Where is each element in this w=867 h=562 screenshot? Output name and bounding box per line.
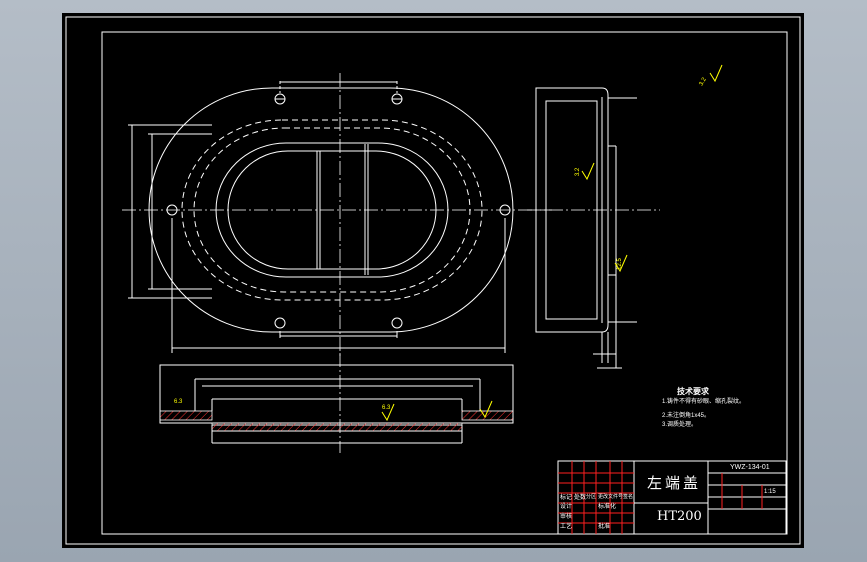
tech-req-item-3: 3.调质处理。 [662, 422, 698, 428]
row-label-b-2: 标准化 [598, 504, 617, 510]
section-hatching [159, 410, 514, 432]
tech-req-item-1: 1.铸件不得有砂眼、缩孔裂纹。 [662, 399, 746, 405]
front-view [128, 81, 514, 353]
tech-req-item-2: 2.未注倒角1x45。 [662, 413, 711, 419]
surface-finish-label-1: 3.2 [575, 167, 582, 177]
material: HT200 [657, 509, 702, 524]
cad-drawing [65, 16, 801, 545]
row-label-2: 设计 [560, 504, 573, 510]
header-small-2: 更改文件号 [598, 494, 624, 500]
row-label-3: 审核 [560, 514, 573, 520]
row-label-1: 标记 [560, 495, 573, 501]
surface-finish-label-3: 6.3 [382, 405, 391, 411]
header-small-3: 签名 [623, 494, 634, 500]
row-label-4: 工艺 [560, 524, 573, 530]
drawing-number: YWZ-134-01 [730, 464, 770, 471]
row-label-b-3: 批准 [598, 524, 611, 530]
tech-req-heading: 技术要求 [677, 387, 709, 396]
part-name: 左端盖 [647, 474, 702, 492]
header-small-1: 分区 [586, 494, 597, 500]
surface-finish-label-2: 12.5 [616, 258, 623, 270]
scale: 1:15 [764, 489, 776, 495]
front-view-centerlines [122, 73, 552, 358]
side-view [535, 87, 637, 369]
drawing-sheet: 技术要求 1.铸件不得有砂眼、缩孔裂纹。 2.未注倒角1x45。 3.调质处理。… [62, 13, 804, 548]
row-label-b-1: 处数 [574, 495, 587, 501]
surface-finish-label-5: 6.3 [174, 399, 183, 405]
surface-finish-symbols [381, 64, 723, 422]
